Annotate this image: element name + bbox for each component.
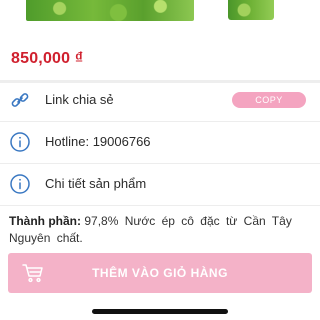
- ingredients-text: Thành phần: 97,8% Nước ép cô đặc từ Cần …: [9, 213, 309, 247]
- product-detail-label: Chi tiết sản phẩm: [45, 176, 147, 191]
- add-to-cart-button[interactable]: THÊM VÀO GIỎ HÀNG: [8, 253, 312, 293]
- hotline-label: Hotline: 19006766: [45, 134, 151, 149]
- product-image[interactable]: [0, 0, 320, 26]
- add-to-cart-label: THÊM VÀO GIỎ HÀNG: [92, 266, 228, 280]
- copy-button[interactable]: COPY: [232, 92, 306, 108]
- product-detail-row[interactable]: Chi tiết sản phẩm: [0, 164, 320, 204]
- share-link-row[interactable]: Link chia sẻ COPY: [0, 80, 320, 120]
- share-link-label: Link chia sẻ: [45, 92, 114, 107]
- ingredients-heading: Thành phần:: [9, 214, 81, 228]
- home-indicator[interactable]: [92, 309, 228, 314]
- hotline-row[interactable]: Hotline: 19006766: [0, 122, 320, 162]
- product-photo[interactable]: [26, 0, 194, 21]
- info-icon: [9, 131, 31, 153]
- row-divider: [0, 205, 320, 206]
- link-icon: [9, 89, 31, 111]
- product-photo-secondary[interactable]: [228, 0, 274, 20]
- product-price: 850,000 ₫: [11, 50, 84, 67]
- info-icon: [9, 173, 31, 195]
